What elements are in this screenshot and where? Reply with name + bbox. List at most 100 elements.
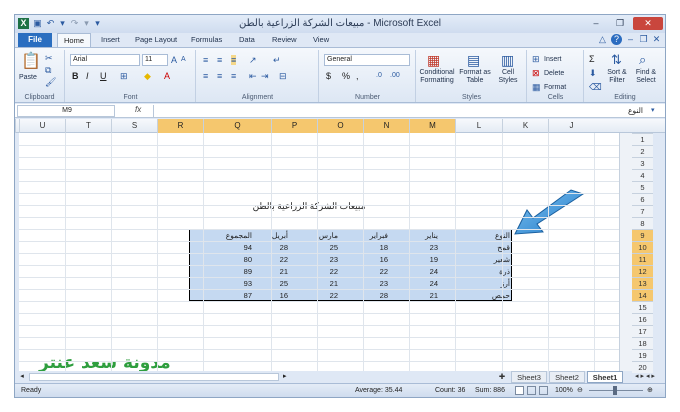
column-header-k[interactable]: K [502,119,548,133]
column-header-o[interactable]: O [317,119,363,133]
doc-minimize-icon[interactable]: – [625,34,636,45]
tab-review[interactable]: Review [272,35,297,44]
bold-button[interactable]: B [72,71,79,81]
scroll-right-icon[interactable]: ▸ [283,372,287,380]
tab-home[interactable]: Home [57,33,91,47]
delete-cells-icon[interactable]: ⊠ [532,68,540,78]
italic-button[interactable]: I [86,71,89,81]
fill-color-icon[interactable]: ◆ [144,71,151,81]
help-icon[interactable]: ? [611,34,622,45]
currency-button[interactable]: $ [326,71,331,81]
row-header-12[interactable]: 12 [632,265,653,277]
format-painter-icon[interactable]: 🖌 [45,77,56,87]
font-name-select[interactable]: Arial [70,54,140,66]
page-layout-view-icon[interactable] [527,386,536,395]
expand-formula-bar-icon[interactable]: ▾ [651,106,655,116]
paste-icon[interactable]: 📋 [21,53,41,71]
column-header-q[interactable]: Q [203,119,271,133]
tab-sheet1[interactable]: Sheet1 [587,371,623,383]
sort-filter-button[interactable]: Sort & Filter [603,69,631,84]
decrease-decimal-icon[interactable]: .00 [390,71,400,81]
fill-icon[interactable]: ⬇ [589,68,597,78]
row-header-5[interactable]: 5 [632,181,653,193]
zoom-level[interactable]: 100% [555,384,573,397]
shrink-font-icon[interactable]: A [181,55,186,65]
horizontal-scrollbar[interactable] [29,373,279,381]
row-header-14[interactable]: 14 [632,289,653,301]
insert-cells-icon[interactable]: ⊞ [532,54,540,64]
autosum-button[interactable]: Σ [589,54,595,64]
conditional-formatting-icon[interactable]: ▦ [427,53,440,67]
column-header-l[interactable]: L [455,119,502,133]
row-header-10[interactable]: 10 [632,241,653,253]
row-header-15[interactable]: 15 [632,301,653,313]
tab-page-layout[interactable]: Page Layout [135,35,177,44]
find-select-icon[interactable]: ⌕ [639,53,646,66]
align-center-icon[interactable]: ≡ [217,71,222,81]
row-header-13[interactable]: 13 [632,277,653,289]
new-sheet-icon[interactable]: ✚ [495,371,509,383]
row-header-19[interactable]: 19 [632,349,653,361]
row-header-9[interactable]: 9 [632,229,653,241]
row-header-8[interactable]: 8 [632,217,653,229]
align-left-icon[interactable]: ≡ [203,71,208,81]
align-top-icon[interactable]: ≡ [203,55,208,65]
format-cells-icon[interactable]: ▦ [532,82,541,92]
formula-input[interactable]: النوع [153,105,647,117]
format-as-table-icon[interactable]: ▤ [467,53,480,67]
column-header-t[interactable]: T [65,119,111,133]
clear-icon[interactable]: ⌫ [589,82,602,92]
restore-button[interactable]: ❐ [609,17,631,30]
tab-file[interactable]: File [18,33,52,47]
tab-sheet3[interactable]: Sheet3 [511,371,547,383]
cell-styles-button[interactable]: Cell Styles [493,69,523,84]
tab-sheet2[interactable]: Sheet2 [549,371,585,383]
row-header-16[interactable]: 16 [632,313,653,325]
paste-button[interactable]: Paste [19,74,37,82]
cut-icon[interactable]: ✂ [45,53,53,63]
tab-insert[interactable]: Insert [101,35,120,44]
name-box[interactable]: M9 [17,105,115,117]
zoom-slider-thumb[interactable] [613,386,617,395]
vertical-scrollbar[interactable] [619,133,632,371]
align-right-icon[interactable]: ≡ [231,71,236,81]
increase-indent-icon[interactable]: ⇥ [261,71,269,81]
font-size-select[interactable]: 11 [142,54,168,66]
row-header-11[interactable]: 11 [632,253,653,265]
tab-data[interactable]: Data [239,35,255,44]
increase-decimal-icon[interactable]: .0 [376,71,382,81]
conditional-formatting-button[interactable]: Conditional Formatting [417,69,457,84]
number-format-select[interactable]: General [324,54,410,66]
minimize-ribbon-icon[interactable]: △ [597,34,608,45]
format-as-table-button[interactable]: Format as Table [457,69,493,84]
underline-button[interactable]: U [100,71,107,81]
row-header-20[interactable]: 20 [632,361,653,373]
merge-center-icon[interactable]: ⊟ [279,71,287,81]
align-bottom-icon[interactable]: ≡ [231,55,237,65]
zoom-in-icon[interactable]: ⊕ [647,384,653,397]
row-header-1[interactable]: 1 [632,133,653,145]
page-break-view-icon[interactable] [539,386,548,395]
row-header-18[interactable]: 18 [632,337,653,349]
column-header-r[interactable]: R [157,119,203,133]
normal-view-icon[interactable] [515,386,524,395]
column-header-n[interactable]: N [363,119,409,133]
format-button[interactable]: Format [544,84,566,92]
minimize-button[interactable]: – [585,17,607,30]
row-header-7[interactable]: 7 [632,205,653,217]
insert-button[interactable]: Insert [544,56,562,64]
comma-button[interactable]: , [356,71,359,81]
orientation-icon[interactable]: ↗ [249,55,257,65]
column-header-j[interactable]: J [548,119,594,133]
wrap-text-icon[interactable]: ↵ [273,55,281,65]
borders-icon[interactable]: ⊞ [120,71,128,81]
tab-formulas[interactable]: Formulas [191,35,222,44]
row-header-17[interactable]: 17 [632,325,653,337]
grow-font-icon[interactable]: A [171,55,177,65]
column-header-u[interactable]: U [19,119,65,133]
close-button[interactable]: ✕ [633,17,663,30]
delete-button[interactable]: Delete [544,70,564,78]
doc-close-icon[interactable]: ✕ [651,34,662,45]
decrease-indent-icon[interactable]: ⇤ [249,71,257,81]
tab-view[interactable]: View [313,35,329,44]
